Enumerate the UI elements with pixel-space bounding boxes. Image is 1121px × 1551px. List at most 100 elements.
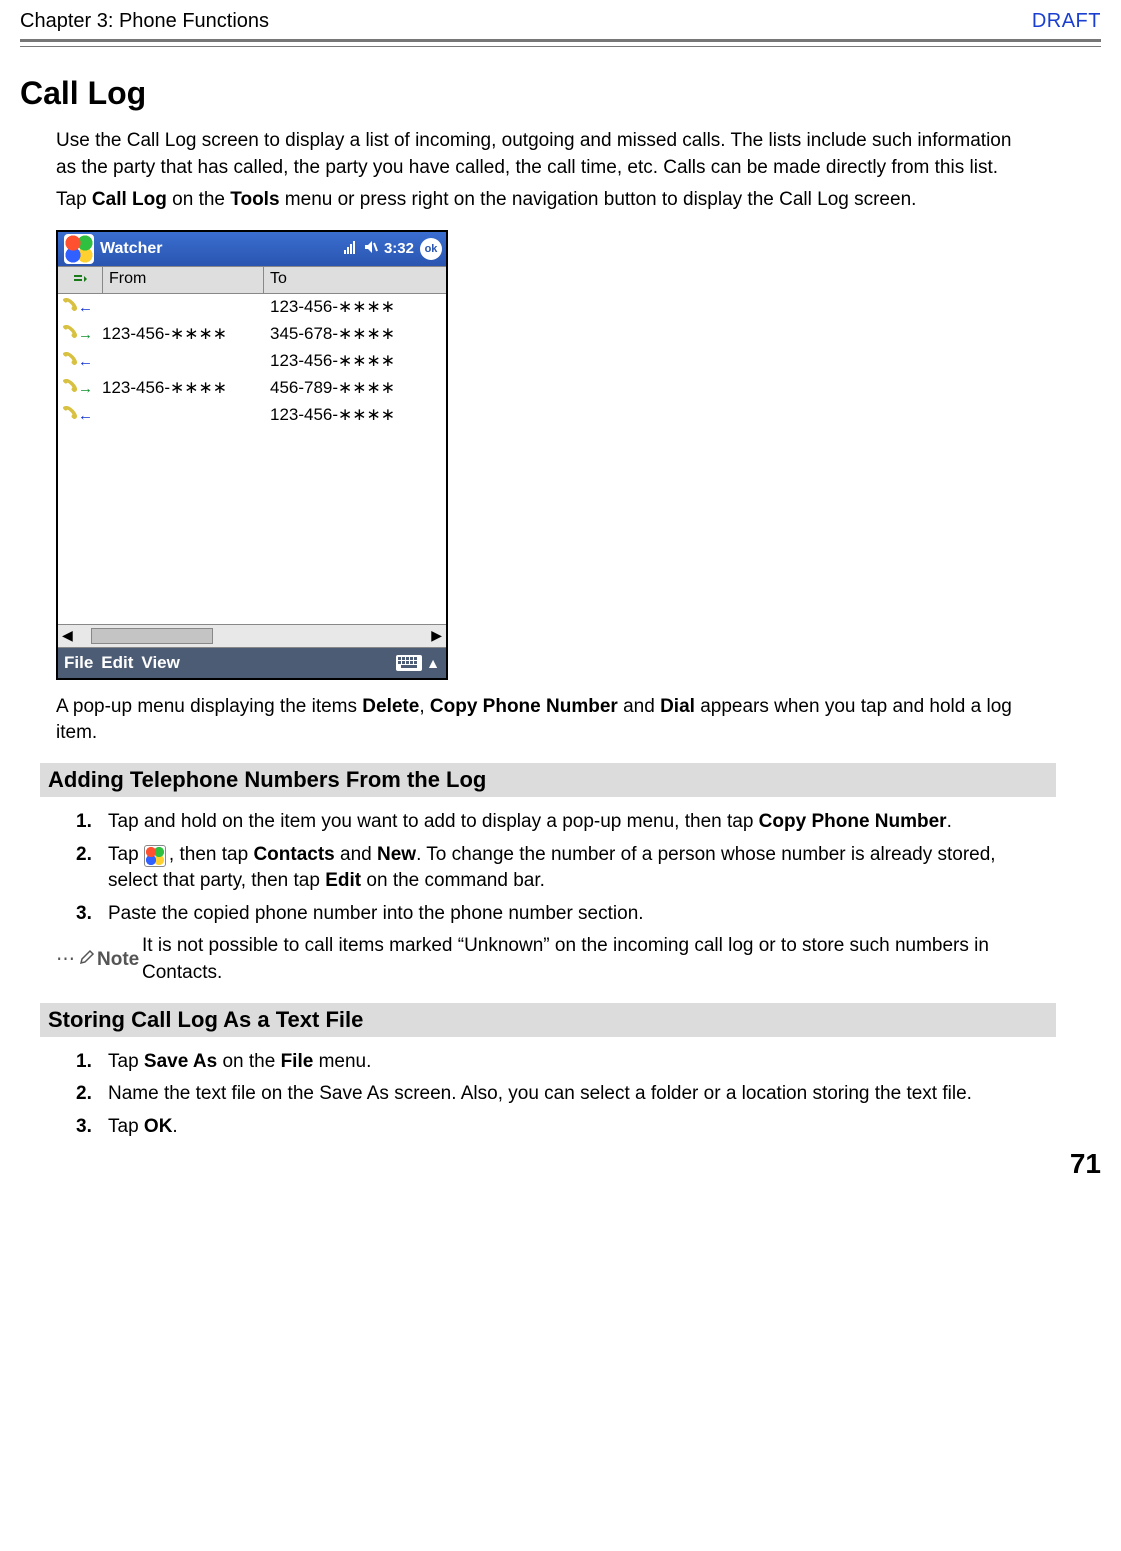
text: Tap	[56, 189, 92, 210]
text: menu.	[313, 1051, 371, 1072]
horizontal-scrollbar[interactable]: ◀ ▶	[58, 624, 446, 648]
step-text: Paste the copied phone number into the p…	[108, 901, 644, 928]
text: on the	[217, 1051, 280, 1072]
note-label: Note	[97, 947, 139, 974]
text: on the	[167, 189, 230, 210]
signal-icon	[344, 240, 358, 258]
page-title: Call Log	[20, 75, 1101, 112]
note-dots-icon: ⋯	[56, 947, 77, 974]
text: .	[172, 1116, 177, 1137]
phone-icon	[63, 351, 78, 371]
list-item[interactable]: → 123-456-∗∗∗∗ 345-678-∗∗∗∗	[58, 321, 446, 348]
incoming-arrow-icon: ←	[78, 408, 93, 423]
steps-adding: 1. Tap and hold on the item you want to …	[76, 809, 1016, 927]
phone-icon	[63, 378, 78, 398]
bold-copy-phone-number: Copy Phone Number	[759, 811, 947, 832]
popup-menu-paragraph: A pop-up menu displaying the items Delet…	[56, 694, 1016, 747]
speaker-icon	[364, 240, 378, 258]
to-header[interactable]: To	[264, 267, 446, 293]
incoming-arrow-icon: ←	[78, 300, 93, 315]
bold-contacts: Contacts	[253, 844, 334, 865]
step-number: 3.	[76, 901, 98, 928]
pencil-icon	[79, 947, 95, 974]
text: and	[618, 696, 660, 717]
step-text: Name the text file on the Save As screen…	[108, 1081, 972, 1108]
text: Tap and hold on the item you want to add…	[108, 811, 759, 832]
window-titlebar: Watcher 3:32 ok	[58, 232, 446, 266]
list-item[interactable]: ← 123-456-∗∗∗∗	[58, 294, 446, 321]
to-value: 123-456-∗∗∗∗	[266, 405, 446, 425]
text: .	[947, 811, 952, 832]
bold-dial: Dial	[660, 696, 695, 717]
step-number: 2.	[76, 842, 98, 895]
step-number: 3.	[76, 1114, 98, 1141]
bold-delete: Delete	[362, 696, 419, 717]
text: on the command bar.	[361, 870, 545, 891]
text: and	[335, 844, 377, 865]
bold-tools: Tools	[230, 189, 279, 210]
incoming-arrow-icon: ←	[78, 354, 93, 369]
from-value: 123-456-∗∗∗∗	[98, 378, 266, 398]
bold-copy-phone-number: Copy Phone Number	[430, 696, 618, 717]
step-number: 1.	[76, 1049, 98, 1076]
to-value: 123-456-∗∗∗∗	[266, 351, 446, 371]
call-log-screenshot: Watcher 3:32 ok From To ← 123-456-∗∗∗∗ →…	[56, 230, 448, 680]
phone-icon	[63, 324, 78, 344]
bold-ok: OK	[144, 1116, 173, 1137]
draft-watermark: DRAFT	[1032, 10, 1101, 33]
text: Tap	[108, 1116, 144, 1137]
start-menu-icon	[144, 845, 166, 867]
text: A pop-up menu displaying the items	[56, 696, 362, 717]
steps-storing: 1. Tap Save As on the File menu. 2. Name…	[76, 1049, 1016, 1141]
list-item[interactable]: → 123-456-∗∗∗∗ 456-789-∗∗∗∗	[58, 375, 446, 402]
note-block: ⋯ Note It is not possible to call items …	[56, 933, 1016, 986]
phone-icon	[63, 405, 78, 425]
windows-logo-icon[interactable]	[64, 234, 94, 264]
section-heading-storing: Storing Call Log As a Text File	[40, 1003, 1056, 1037]
chapter-title: Chapter 3: Phone Functions	[20, 10, 269, 33]
outgoing-arrow-icon: →	[78, 327, 93, 342]
app-title: Watcher	[100, 240, 163, 258]
intro-paragraph-1: Use the Call Log screen to display a lis…	[56, 128, 1016, 181]
from-header[interactable]: From	[103, 267, 264, 293]
text: Tap	[108, 1051, 144, 1072]
bold-call-log: Call Log	[92, 189, 167, 210]
command-bar: File Edit View ▲	[58, 648, 446, 678]
text: Tap	[108, 844, 144, 865]
page-number: 71	[20, 1148, 1101, 1180]
bold-file: File	[281, 1051, 314, 1072]
column-headers: From To	[58, 266, 446, 294]
sort-header[interactable]	[58, 267, 103, 293]
list-item[interactable]: ← 123-456-∗∗∗∗	[58, 402, 446, 429]
text: ,	[419, 696, 430, 717]
menu-view[interactable]: View	[141, 653, 179, 673]
scroll-thumb[interactable]	[91, 628, 213, 644]
ok-button[interactable]: ok	[420, 238, 442, 260]
from-value: 123-456-∗∗∗∗	[98, 324, 266, 344]
bold-save-as: Save As	[144, 1051, 217, 1072]
to-value: 345-678-∗∗∗∗	[266, 324, 446, 344]
phone-icon	[63, 297, 78, 317]
menu-file[interactable]: File	[64, 653, 93, 673]
keyboard-icon[interactable]	[396, 655, 422, 671]
to-value: 123-456-∗∗∗∗	[266, 297, 446, 317]
text: menu or press right on the navigation bu…	[280, 189, 917, 210]
clock-time: 3:32	[384, 240, 414, 257]
text: , then tap	[169, 844, 254, 865]
intro-paragraph-2: Tap Call Log on the Tools menu or press …	[56, 187, 1016, 214]
header-divider	[20, 39, 1101, 47]
bold-edit: Edit	[325, 870, 361, 891]
step-number: 2.	[76, 1081, 98, 1108]
up-caret-icon[interactable]: ▲	[426, 655, 440, 671]
section-heading-adding: Adding Telephone Numbers From the Log	[40, 763, 1056, 797]
call-log-list: ← 123-456-∗∗∗∗ → 123-456-∗∗∗∗ 345-678-∗∗…	[58, 294, 446, 624]
menu-edit[interactable]: Edit	[101, 653, 133, 673]
outgoing-arrow-icon: →	[78, 381, 93, 396]
bold-new: New	[377, 844, 416, 865]
to-value: 456-789-∗∗∗∗	[266, 378, 446, 398]
note-text: It is not possible to call items marked …	[142, 933, 1016, 986]
scroll-left-icon[interactable]: ◀	[62, 627, 73, 644]
step-number: 1.	[76, 809, 98, 836]
list-item[interactable]: ← 123-456-∗∗∗∗	[58, 348, 446, 375]
scroll-right-icon[interactable]: ▶	[431, 627, 442, 644]
